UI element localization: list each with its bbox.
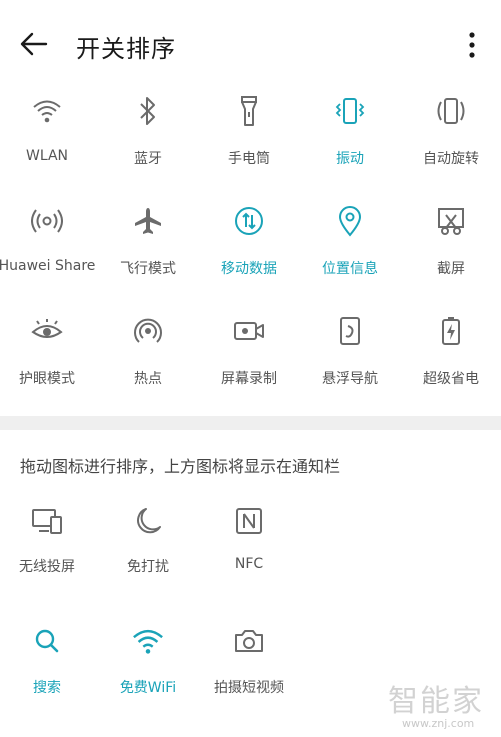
- tile-label: 自动旋转: [423, 151, 479, 167]
- tile-label: 搜索: [33, 680, 61, 696]
- floating-nav-icon: [334, 315, 366, 347]
- more-options-icon[interactable]: [460, 30, 484, 60]
- airplane-icon: [132, 205, 164, 237]
- tile-label: 手电筒: [228, 151, 270, 167]
- section-divider: [0, 416, 501, 430]
- app-bar: 开关排序: [0, 0, 501, 88]
- tile-label: 蓝牙: [134, 151, 162, 167]
- tile-label: 免打扰: [127, 559, 169, 575]
- back-arrow-icon[interactable]: [18, 30, 50, 58]
- tile-label: 屏幕录制: [221, 371, 277, 387]
- free-wifi-icon: [132, 625, 164, 657]
- eye-comfort-icon: [31, 315, 63, 347]
- tile-label: 位置信息: [322, 261, 378, 277]
- sort-hint-text: 拖动图标进行排序，上方图标将显示在通知栏: [20, 457, 341, 476]
- search-icon: [31, 625, 63, 657]
- tile-label: 飞行模式: [120, 261, 176, 277]
- tile-label: WLAN: [25, 148, 68, 164]
- huawei-share-icon: [31, 205, 63, 237]
- flashlight-icon: [233, 95, 265, 127]
- bluetooth-icon: [132, 95, 164, 127]
- camera-icon: [233, 625, 265, 657]
- tile-label: 免费WiFi: [119, 680, 177, 696]
- tile-label: 截屏: [437, 261, 465, 277]
- vibration-icon: [334, 95, 366, 127]
- tile-label: 悬浮导航: [322, 371, 378, 387]
- tile-label: 无线投屏: [19, 559, 75, 575]
- tile-label: 护眼模式: [19, 371, 75, 387]
- nfc-icon: [233, 505, 265, 537]
- tile-label: Huawei Share: [0, 258, 96, 274]
- wifi-icon: [31, 95, 63, 127]
- hotspot-icon: [132, 315, 164, 347]
- tile-label: 热点: [134, 371, 162, 387]
- watermark-logo: 智能家: [388, 684, 484, 719]
- watermark-url: www.znj.com: [402, 717, 475, 730]
- tile-label: NFC: [234, 556, 264, 572]
- auto-rotate-icon: [435, 95, 467, 127]
- tile-label: 移动数据: [221, 261, 277, 277]
- wireless-projection-icon: [31, 505, 63, 537]
- tile-label: 拍摄短视频: [214, 680, 284, 696]
- tile-label: 振动: [336, 151, 364, 167]
- screenshot-icon: [435, 205, 467, 237]
- location-icon: [334, 205, 366, 237]
- tile-label: 超级省电: [423, 371, 479, 387]
- mobile-data-icon: [233, 205, 265, 237]
- screen-record-icon: [233, 315, 265, 347]
- page-title: 开关排序: [76, 35, 176, 63]
- moon-icon: [132, 505, 164, 537]
- power-saving-icon: [435, 315, 467, 347]
